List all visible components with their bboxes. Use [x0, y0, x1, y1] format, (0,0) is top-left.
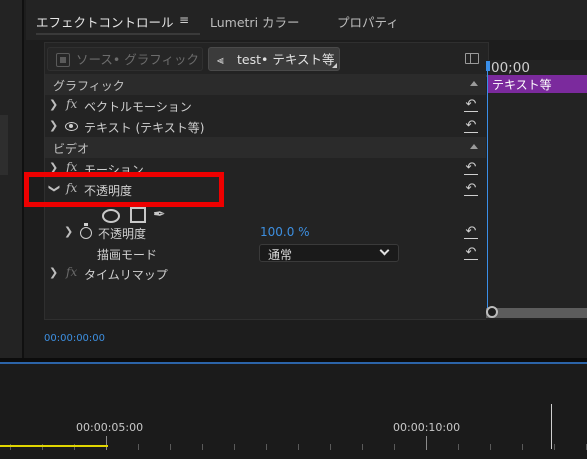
source-graphic-label: ソース• グラフィック [76, 52, 199, 67]
collapse-up-icon[interactable] [470, 144, 478, 149]
rectangle-mask-icon[interactable] [130, 207, 146, 223]
stopwatch-icon[interactable] [80, 223, 92, 239]
ruler-tick [490, 444, 491, 450]
ruler-tick [202, 444, 203, 450]
expand-chevron-icon[interactable]: ❯ [64, 225, 73, 238]
ruler-tick [298, 444, 299, 450]
fx-toggle-icon[interactable]: fx [66, 265, 77, 279]
work-area-bar[interactable] [0, 445, 108, 447]
collapse-up-icon[interactable] [470, 81, 478, 86]
adjacent-panel-edge [0, 0, 24, 360]
ruler-tick [170, 444, 171, 450]
playhead-line[interactable] [487, 70, 488, 315]
ruler-tick [554, 444, 555, 450]
tab-effect-controls[interactable]: エフェクトコントロール [36, 12, 174, 31]
timeline-ruler-time: 00;00 [491, 60, 530, 76]
ruler-tick [394, 444, 395, 450]
ruler-tick [234, 444, 235, 450]
zoom-scroll-handle[interactable] [486, 306, 498, 318]
ruler-timecode-label: 00:00:10:00 [393, 421, 461, 434]
highlight-annotation-box [24, 172, 224, 207]
pen-mask-icon[interactable]: ✒ [153, 205, 171, 223]
tab-properties[interactable]: プロパティ [337, 12, 399, 31]
effect-timeline[interactable]: 00;00 テキスト等 [486, 60, 587, 320]
dropdown-corner-icon [332, 63, 337, 68]
blend-mode-label: 描画モード [97, 248, 158, 262]
reset-icon[interactable]: ↶ [463, 246, 479, 260]
effect-label: ベクトルモーション [84, 100, 192, 114]
sequence-end-marker [551, 404, 552, 449]
blend-mode-select[interactable]: 通常 [259, 244, 399, 262]
effect-row-text[interactable]: ❯ テキスト (テキスト等) ↶ [45, 116, 488, 137]
timeline-zoom-scrollbar[interactable] [486, 308, 587, 318]
effect-row-time-remap[interactable]: ❯ fx タイムリマップ [45, 263, 488, 284]
expand-chevron-icon[interactable]: ❯ [49, 266, 58, 279]
effect-row-vector-motion[interactable]: ❯ fx ベクトルモーション ↶ [45, 95, 488, 116]
panel-tab-bar: エフェクトコントロール ≡ Lumetri カラー プロパティ [26, 0, 587, 40]
active-tab-underline [36, 33, 200, 35]
sequence-clip-button[interactable]: ⫷ test• テキスト等 [208, 47, 340, 71]
expand-chevron-icon[interactable]: ❯ [49, 98, 58, 111]
reset-icon[interactable]: ↶ [463, 119, 479, 133]
playhead-handle[interactable] [486, 61, 490, 71]
reset-icon[interactable]: ↶ [463, 161, 479, 175]
ruler-tick [522, 444, 523, 450]
effect-label: テキスト (テキスト等) [84, 121, 205, 135]
toggle-timeline-view-icon[interactable] [465, 53, 479, 64]
opacity-param-label: 不透明度 [98, 227, 147, 241]
tab-lumetri-color[interactable]: Lumetri カラー [210, 12, 300, 31]
ruler-timecode-label: 00:00:05:00 [76, 421, 144, 434]
ruler-tick [330, 444, 331, 450]
ruler-tick [138, 444, 139, 450]
section-header-graphic[interactable]: グラフィック [45, 74, 488, 95]
ruler-tick [458, 444, 459, 450]
ellipse-mask-icon[interactable] [102, 209, 120, 223]
eye-icon[interactable] [65, 122, 78, 131]
section-label: ビデオ [53, 142, 90, 156]
ruler-tick [106, 436, 107, 450]
sequence-timeline-ruler[interactable]: 00:00:05:00 00:00:10:00 [0, 364, 587, 459]
reset-icon[interactable]: ↶ [463, 98, 479, 112]
reset-icon[interactable]: ↶ [463, 182, 479, 196]
ruler-tick [362, 444, 363, 450]
blend-mode-value: 通常 [268, 248, 293, 262]
opacity-value[interactable]: 100.0 % [260, 225, 310, 239]
clip-align-icon: ⫷ [217, 53, 224, 67]
effect-label: タイムリマップ [84, 268, 168, 282]
clip-label: テキスト等 [492, 78, 552, 92]
panel-menu-icon[interactable]: ≡ [179, 13, 189, 27]
clip-bar[interactable]: テキスト等 [488, 75, 587, 93]
section-header-video[interactable]: ビデオ [45, 137, 488, 158]
graphic-icon [56, 53, 70, 67]
fx-toggle-icon[interactable]: fx [66, 97, 77, 111]
ruler-tick [266, 444, 267, 450]
expand-chevron-icon[interactable]: ❯ [49, 119, 58, 132]
source-graphic-button[interactable]: ソース• グラフィック [47, 47, 203, 71]
sequence-clip-label: test• テキスト等 [237, 52, 335, 67]
chevron-down-icon [379, 245, 390, 256]
ruler-tick [426, 436, 427, 450]
section-label: グラフィック [53, 79, 125, 93]
reset-icon[interactable]: ↶ [463, 225, 479, 239]
current-timecode[interactable]: 00:00:00:00 [44, 333, 105, 344]
